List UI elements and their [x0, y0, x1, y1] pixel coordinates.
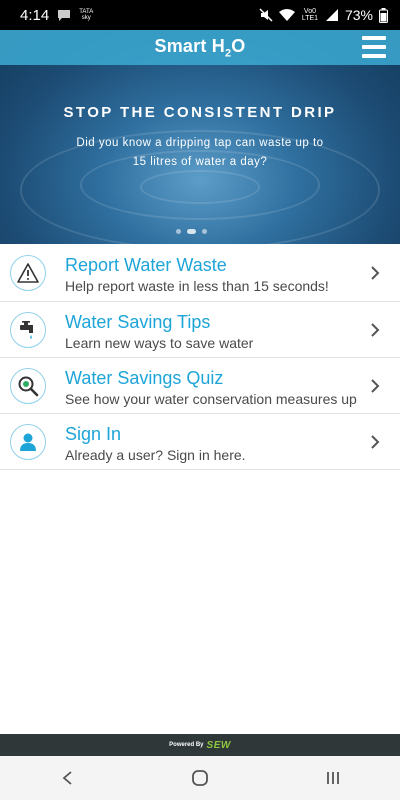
powered-by-label: Powered By	[169, 742, 204, 748]
signal-icon	[325, 8, 339, 22]
system-nav-bar	[0, 756, 400, 800]
menu-item-water-savings-quiz[interactable]: Water Savings Quiz See how your water co…	[0, 358, 400, 414]
menu-item-subtitle: Already a user? Sign in here.	[65, 447, 246, 463]
carousel-dot[interactable]	[176, 229, 181, 234]
carrier-label: TATA sky	[79, 9, 94, 21]
status-time: 4:14	[20, 6, 50, 24]
back-icon[interactable]	[47, 758, 87, 798]
recents-icon[interactable]	[313, 758, 353, 798]
battery-icon	[379, 7, 388, 23]
mute-icon	[259, 8, 273, 22]
hero-subtext: Did you know a dripping tap can waste up…	[76, 137, 324, 168]
menu-item-title: Report Water Waste	[65, 255, 227, 275]
battery-percent: 73%	[344, 7, 373, 23]
carousel-dot[interactable]	[202, 229, 207, 234]
status-bar: 4:14 TATA sky Vo0 LTE1 73%	[0, 0, 400, 30]
search-icon	[10, 368, 46, 404]
chevron-right-icon	[371, 435, 380, 449]
main-menu: Report Water Waste Help report waste in …	[0, 245, 400, 470]
menu-item-title: Sign In	[65, 424, 122, 444]
sew-logo: SEW	[206, 739, 231, 751]
app-header: Smart H2O	[0, 30, 400, 65]
carousel-indicator	[176, 229, 207, 234]
wifi-icon	[278, 8, 295, 22]
network-label: Vo0 LTE1	[301, 8, 319, 22]
hero-headline: STOP THE CONSISTENT DRIP	[63, 104, 337, 121]
carousel-dot-active[interactable]	[187, 229, 196, 234]
menu-item-title: Water Saving Tips	[65, 312, 211, 332]
menu-item-subtitle: See how your water conservation measures…	[65, 391, 357, 407]
hero-banner[interactable]: Smart H2O STOP THE CONSISTENT DRIP Did y…	[0, 30, 400, 244]
menu-item-sign-in[interactable]: Sign In Already a user? Sign in here.	[0, 414, 400, 470]
menu-item-subtitle: Help report waste in less than 15 second…	[65, 278, 329, 294]
menu-item-subtitle: Learn new ways to save water	[65, 335, 254, 351]
home-icon[interactable]	[180, 758, 220, 798]
chevron-right-icon	[371, 323, 380, 337]
chevron-right-icon	[371, 266, 380, 280]
menu-item-report-water-waste[interactable]: Report Water Waste Help report waste in …	[0, 245, 400, 302]
hamburger-icon[interactable]	[362, 35, 386, 59]
message-icon	[57, 9, 71, 21]
footer-powered-by: Powered By SEW	[0, 734, 400, 756]
menu-item-water-saving-tips[interactable]: Water Saving Tips Learn new ways to save…	[0, 302, 400, 358]
tap-icon	[10, 312, 46, 348]
ripple-decoration	[140, 170, 260, 204]
chevron-right-icon	[371, 379, 380, 393]
menu-item-title: Water Savings Quiz	[65, 368, 224, 388]
user-icon	[10, 424, 46, 460]
warning-icon	[10, 255, 46, 291]
app-title: Smart H2O	[154, 35, 246, 60]
